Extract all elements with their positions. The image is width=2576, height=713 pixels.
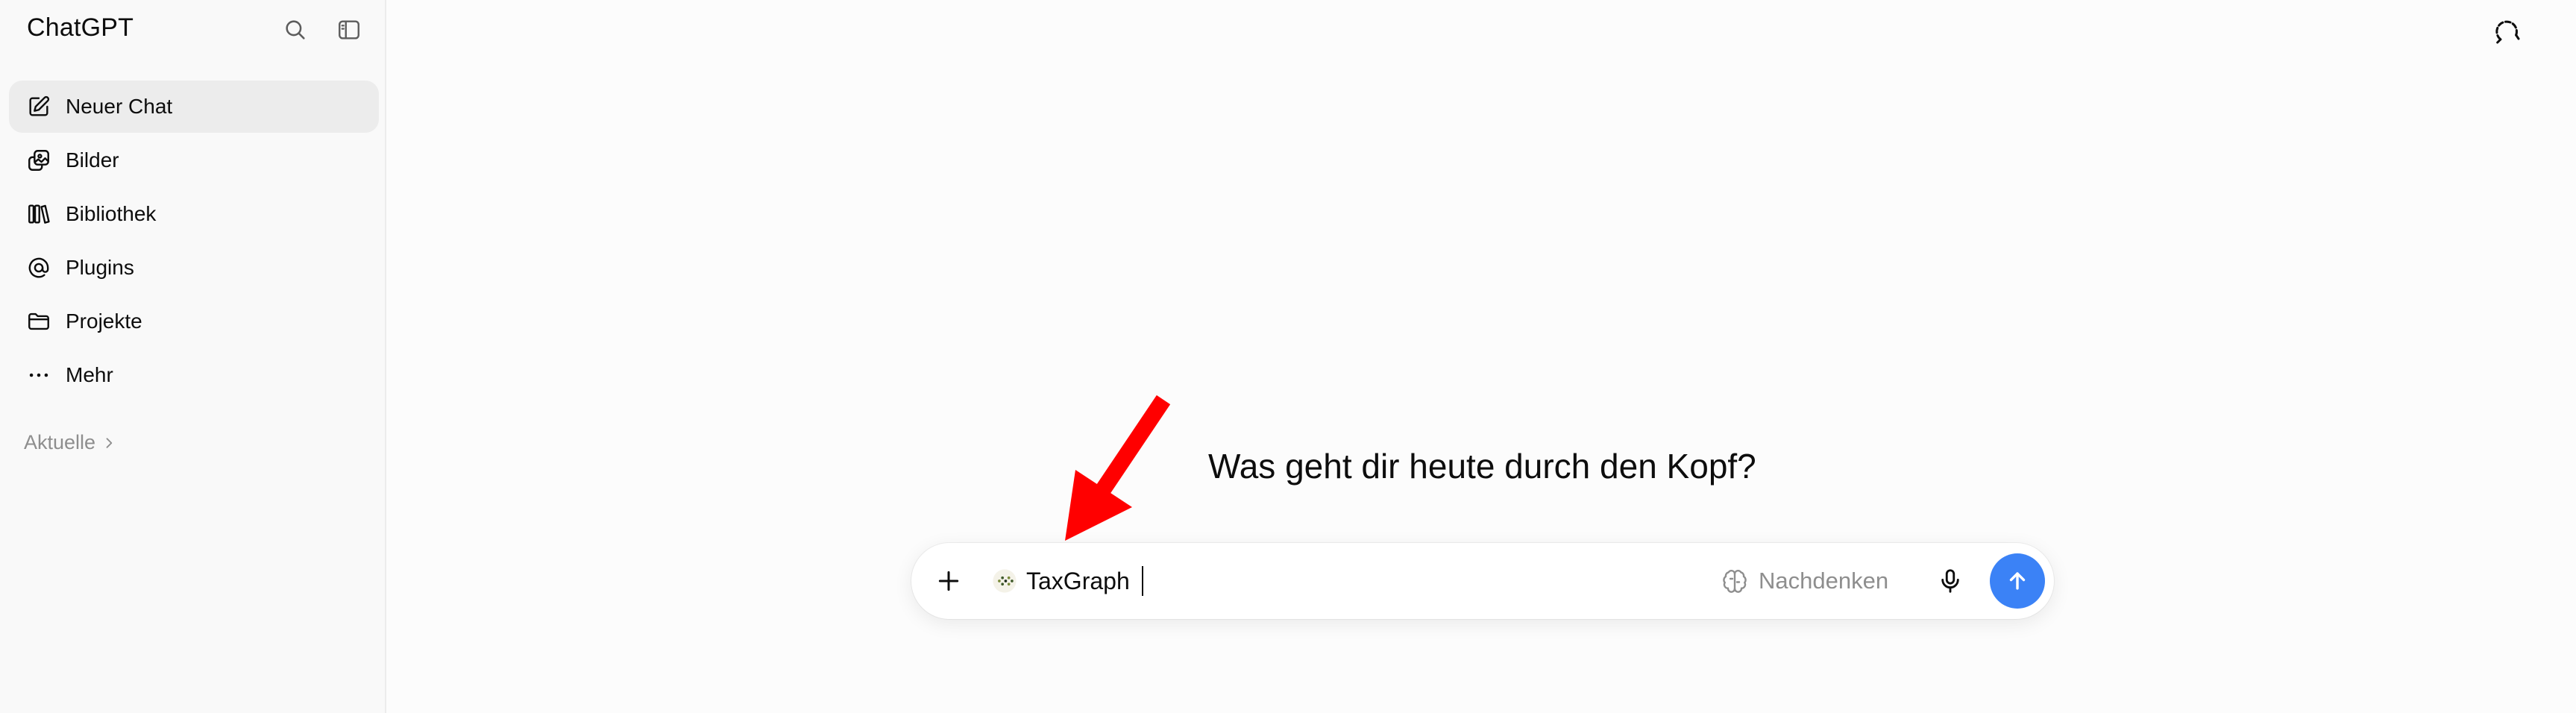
images-icon — [25, 147, 52, 174]
sidebar: ChatGPT Neuer Chat Bilder Bibliothek Plu… — [0, 0, 386, 713]
app-title: ChatGPT — [27, 13, 134, 42]
temporary-chat-icon[interactable] — [2491, 15, 2524, 48]
send-button[interactable] — [1990, 553, 2045, 609]
arrow-up-icon — [2009, 572, 2026, 590]
sidebar-item-label: Bilder — [66, 148, 119, 172]
sidebar-item-library[interactable]: Bibliothek — [9, 188, 379, 240]
annotation-arrow-icon — [1065, 395, 1171, 541]
plugin-label: TaxGraph — [1026, 567, 1130, 594]
think-button[interactable]: Nachdenken — [1721, 562, 1888, 600]
sidebar-item-label: Neuer Chat — [66, 95, 173, 118]
sidebar-toggle-icon[interactable] — [336, 16, 362, 43]
text-cursor — [1141, 566, 1143, 596]
section-label: Aktuelle — [24, 431, 96, 453]
microphone-icon — [1941, 569, 1959, 593]
message-composer[interactable]: TaxGraph Nachdenken — [911, 543, 2054, 619]
brain-icon — [1723, 569, 1747, 593]
section-recent-toggle[interactable]: Aktuelle — [24, 431, 116, 454]
page-title: Was geht dir heute durch den Kopf? — [1208, 447, 1756, 486]
folder-icon — [25, 308, 52, 335]
think-label: Nachdenken — [1759, 568, 1889, 594]
sidebar-item-label: Projekte — [66, 310, 142, 333]
search-icon[interactable] — [282, 16, 309, 43]
more-dots-icon — [25, 362, 52, 389]
plus-icon — [938, 571, 959, 591]
library-icon — [25, 201, 52, 227]
sidebar-item-projects[interactable]: Projekte — [9, 295, 379, 348]
microphone-button[interactable] — [1935, 565, 1966, 597]
chevron-right-icon — [106, 437, 113, 448]
app-window: ChatGPT Neuer Chat Bilder Bibliothek Plu… — [0, 0, 2576, 713]
sidebar-item-label: Plugins — [66, 256, 134, 279]
at-icon — [25, 254, 52, 281]
taxgraph-plugin-icon — [993, 569, 1017, 593]
add-attachment-button[interactable] — [932, 565, 965, 597]
edit-icon — [25, 93, 52, 120]
sidebar-item-images[interactable]: Bilder — [9, 134, 379, 186]
sidebar-item-more[interactable]: Mehr — [9, 349, 379, 401]
plugin-chip[interactable]: TaxGraph — [992, 564, 1143, 598]
sidebar-item-plugins[interactable]: Plugins — [9, 242, 379, 294]
sidebar-item-label: Bibliothek — [66, 202, 157, 225]
sidebar-item-label: Mehr — [66, 363, 113, 386]
sidebar-nav: Neuer Chat Bilder Bibliothek Plugins Pro… — [9, 81, 379, 403]
sidebar-item-new-chat[interactable]: Neuer Chat — [9, 81, 379, 133]
